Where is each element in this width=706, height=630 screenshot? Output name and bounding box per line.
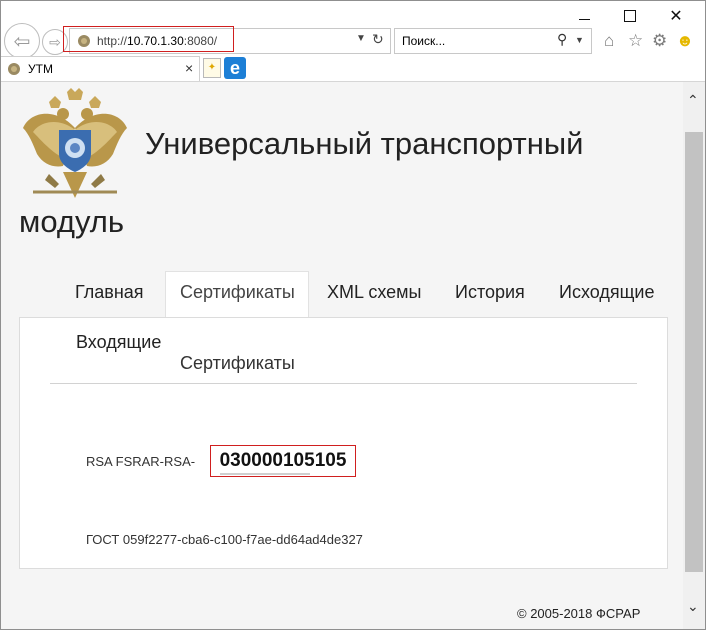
- page-viewport: Универсальный транспортный модуль Главна…: [1, 82, 683, 629]
- settings-icon[interactable]: ⚙: [652, 31, 667, 51]
- close-button[interactable]: ✕: [653, 3, 699, 29]
- section-title: Сертификаты: [180, 353, 295, 373]
- favorites-icon[interactable]: ☆: [628, 31, 643, 51]
- scroll-down-icon[interactable]: ⌄: [687, 598, 699, 615]
- search-input[interactable]: Поиск...: [402, 34, 445, 48]
- vertical-scrollbar[interactable]: ⌃ ⌄: [683, 82, 705, 629]
- nav-tab-xml-schemes[interactable]: XML схемы: [327, 282, 421, 303]
- browser-tab[interactable]: УТМ ×: [1, 56, 200, 81]
- gost-certificate: ГОСТ 059f2277-cba6-c100-f7ae-dd64ad4de32…: [86, 532, 363, 547]
- nav-tab-incoming[interactable]: Входящие: [76, 332, 161, 353]
- rsa-id-value: 030000105105: [210, 445, 356, 477]
- address-dropdown-icon[interactable]: ▼: [356, 33, 366, 44]
- section-divider: [50, 383, 637, 384]
- nav-tab-outgoing[interactable]: Исходящие: [559, 282, 654, 303]
- smiley-icon[interactable]: ☻: [676, 31, 694, 51]
- home-icon[interactable]: ⌂: [604, 31, 614, 51]
- search-icon[interactable]: ⚲: [557, 31, 567, 48]
- scroll-up-icon[interactable]: ⌃: [687, 92, 699, 109]
- refresh-icon[interactable]: ↻: [372, 31, 384, 48]
- ie-icon[interactable]: e: [224, 57, 246, 79]
- page-title: Универсальный транспортный: [145, 126, 584, 161]
- nav-tab-home[interactable]: Главная: [75, 282, 144, 303]
- footer-copyright: © 2005-2018 ФСРАР: [517, 606, 641, 621]
- eagle-emblem-icon: [23, 88, 127, 198]
- url-highlight-box: [63, 26, 234, 52]
- browser-window: ✕ ⇦ ⇨ http://10.70.1.30:8080/ ▼ ↻ Поиск.…: [0, 0, 706, 630]
- tab-close-icon[interactable]: ×: [185, 60, 193, 76]
- scrollbar-thumb[interactable]: [685, 132, 703, 572]
- new-tab-icon[interactable]: ✦: [203, 58, 221, 78]
- nav-tab-certificates[interactable]: Сертификаты: [180, 282, 295, 303]
- search-dropdown-icon[interactable]: ▼: [575, 35, 584, 45]
- tab-title: УТМ: [28, 62, 53, 76]
- tab-favicon-icon: [8, 63, 20, 75]
- content-panel: Входящие Сертификаты RSA FSRAR-RSA- 0300…: [19, 317, 668, 569]
- maximize-button[interactable]: [607, 3, 653, 29]
- nav-tab-history[interactable]: История: [455, 282, 525, 303]
- search-box[interactable]: Поиск... ⚲ ▼: [394, 28, 592, 54]
- back-icon[interactable]: ⇦: [4, 23, 40, 59]
- page-title-continued: модуль: [19, 204, 125, 239]
- rsa-label: RSA FSRAR-RSA-: [86, 454, 196, 469]
- minimize-button[interactable]: [561, 3, 607, 29]
